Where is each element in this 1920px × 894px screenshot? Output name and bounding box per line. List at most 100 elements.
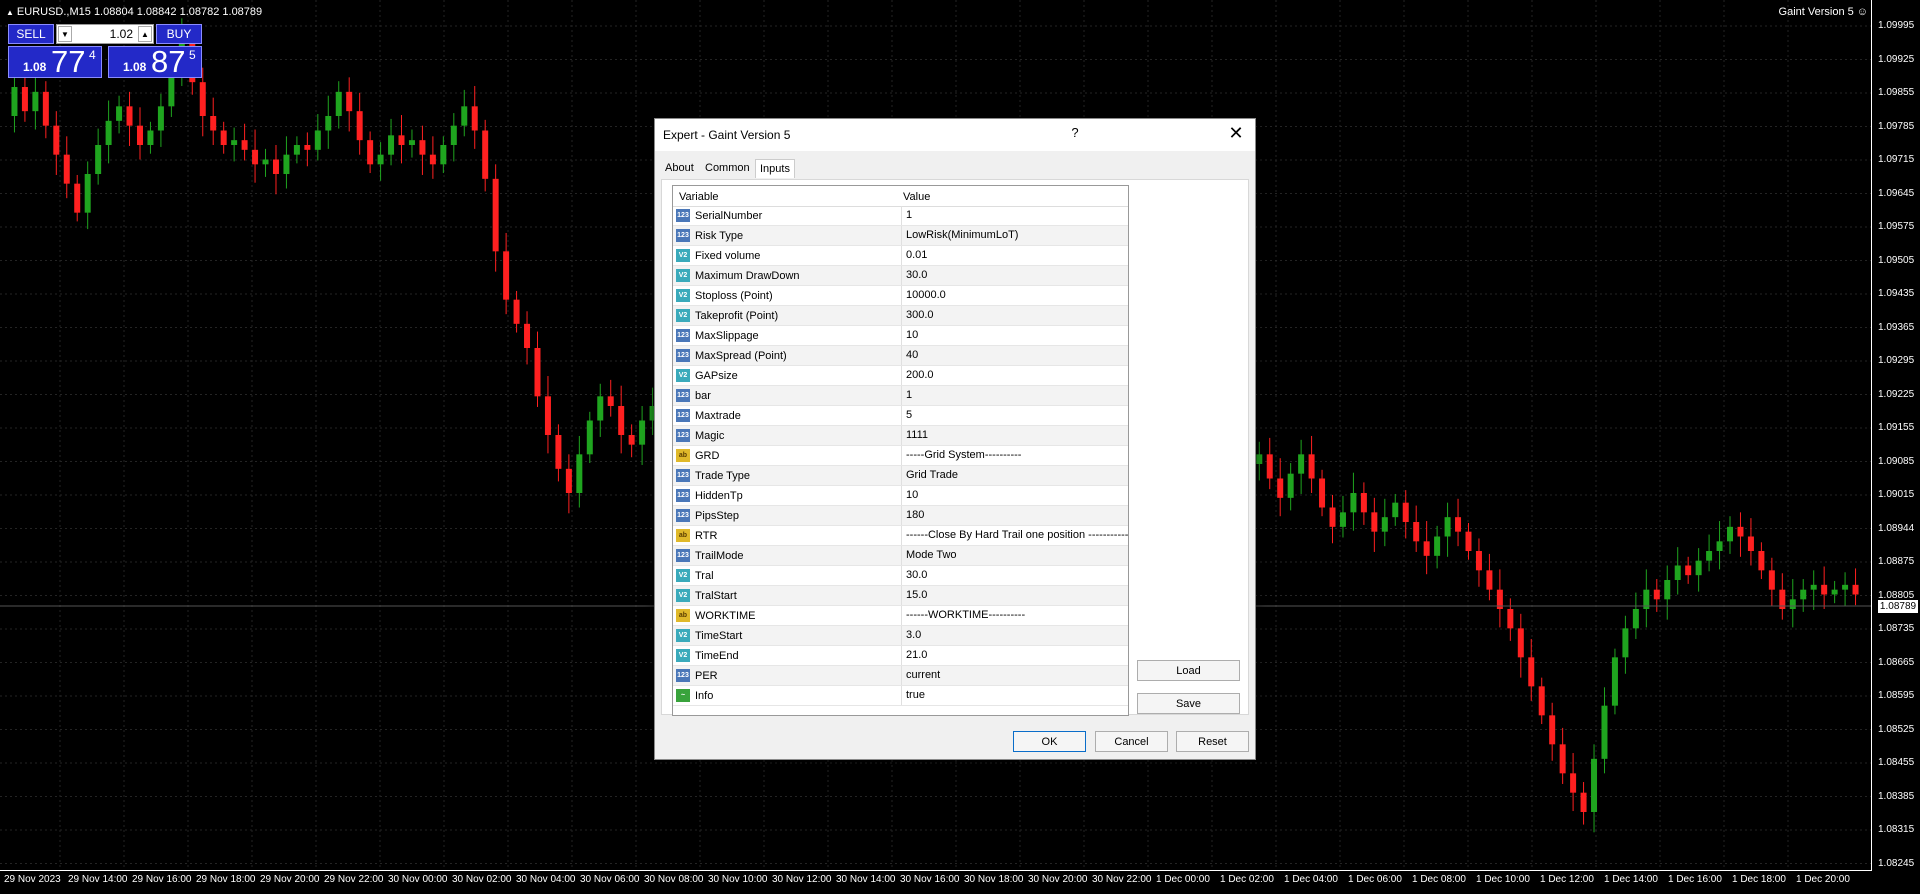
candle-body: [1611, 657, 1618, 706]
param-value[interactable]: 3.0: [901, 626, 1126, 645]
param-row[interactable]: V2 Fixed volume 0.01: [673, 246, 1128, 266]
buy-button[interactable]: BUY: [156, 24, 202, 44]
param-row[interactable]: 123 TrailMode Mode Two: [673, 546, 1128, 566]
close-icon[interactable]: ✕: [1225, 123, 1247, 144]
param-row[interactable]: 123 Trade Type Grid Trade: [673, 466, 1128, 486]
param-row[interactable]: ab WORKTIME ------WORKTIME----------: [673, 606, 1128, 626]
param-row[interactable]: 123 SerialNumber 1: [673, 206, 1128, 226]
param-value[interactable]: 30.0: [901, 566, 1126, 585]
param-value[interactable]: 10: [901, 486, 1126, 505]
param-row[interactable]: V2 Takeprofit (Point) 300.0: [673, 306, 1128, 326]
param-value[interactable]: 30.0: [901, 266, 1126, 285]
param-value[interactable]: -----Grid System----------: [901, 446, 1126, 465]
param-value[interactable]: LowRisk(MinimumLoT): [901, 226, 1126, 245]
time-tick-label: 30 Nov 10:00: [708, 874, 768, 885]
expert-advisor-label[interactable]: Gaint Version 5 ☺: [1776, 6, 1868, 18]
buy-price[interactable]: 1.08 87 5: [108, 44, 202, 79]
param-row[interactable]: V2 Maximum DrawDown 30.0: [673, 266, 1128, 286]
time-tick-label: 30 Nov 02:00: [452, 874, 512, 885]
column-variable[interactable]: Variable: [679, 191, 719, 203]
tab-inputs[interactable]: Inputs: [755, 159, 795, 178]
param-row[interactable]: 123 PER current: [673, 666, 1128, 686]
param-value[interactable]: true: [901, 686, 1126, 705]
candle-body: [398, 135, 405, 145]
param-value[interactable]: 10000.0: [901, 286, 1126, 305]
load-button[interactable]: Load: [1137, 660, 1240, 681]
param-row[interactable]: 123 Risk Type LowRisk(MinimumLoT): [673, 226, 1128, 246]
param-value[interactable]: Mode Two: [901, 546, 1126, 565]
param-row[interactable]: ab RTR ------Close By Hard Trail one posit…: [673, 526, 1128, 546]
candle-body: [1298, 454, 1305, 474]
param-value[interactable]: ------Close By Hard Trail one position -…: [901, 526, 1128, 545]
sell-price[interactable]: 1.08 77 4: [8, 44, 102, 79]
param-row[interactable]: 123 MaxSpread (Point) 40: [673, 346, 1128, 366]
tab-about[interactable]: About: [661, 159, 698, 177]
param-row[interactable]: ~ Info true: [673, 686, 1128, 706]
dbl-type-icon: V2: [676, 629, 690, 642]
candle-body: [1392, 502, 1399, 518]
inputs-grid[interactable]: Variable Value 123 SerialNumber 1 123 Risk T…: [672, 185, 1129, 716]
reset-button[interactable]: Reset: [1176, 731, 1249, 752]
candle-body: [147, 130, 154, 145]
param-value[interactable]: 300.0: [901, 306, 1126, 325]
param-value[interactable]: 21.0: [901, 646, 1126, 665]
price-tick-label: 1.08245: [1878, 857, 1915, 869]
param-row[interactable]: V2 Tral 30.0: [673, 566, 1128, 586]
help-icon[interactable]: ?: [1065, 125, 1085, 140]
param-row[interactable]: 123 Magic 1111: [673, 426, 1128, 446]
time-tick-label: 30 Nov 12:00: [772, 874, 832, 885]
int-type-icon: 123: [676, 469, 690, 482]
time-tick-label: 30 Nov 00:00: [388, 874, 448, 885]
time-tick-label: 30 Nov 06:00: [580, 874, 640, 885]
param-value[interactable]: 1: [901, 206, 1126, 225]
current-price-tag: 1.08789: [1878, 600, 1918, 613]
param-name: SerialNumber: [695, 210, 763, 222]
ok-button[interactable]: OK: [1013, 731, 1086, 752]
param-row[interactable]: 123 MaxSlippage 10: [673, 326, 1128, 346]
candle-body: [42, 91, 49, 126]
param-row[interactable]: 123 Maxtrade 5: [673, 406, 1128, 426]
param-value[interactable]: 5: [901, 406, 1126, 425]
param-row[interactable]: 123 HiddenTp 10: [673, 486, 1128, 506]
cancel-button[interactable]: Cancel: [1095, 731, 1168, 752]
candle-body: [1622, 628, 1629, 658]
param-value[interactable]: 180: [901, 506, 1126, 525]
param-value[interactable]: ------WORKTIME----------: [901, 606, 1126, 625]
time-tick-label: 1 Dec 16:00: [1668, 874, 1722, 885]
candle-body: [231, 140, 238, 145]
tab-common[interactable]: Common: [701, 159, 754, 177]
param-value[interactable]: current: [901, 666, 1126, 685]
lot-value[interactable]: 1.02: [110, 27, 133, 41]
column-value[interactable]: Value: [903, 191, 930, 203]
param-value[interactable]: 15.0: [901, 586, 1126, 605]
param-row[interactable]: 123 bar 1: [673, 386, 1128, 406]
param-value[interactable]: 200.0: [901, 366, 1126, 385]
dialog-titlebar[interactable]: Expert - Gaint Version 5 ? ✕: [655, 119, 1255, 151]
time-tick-label: 1 Dec 12:00: [1540, 874, 1594, 885]
param-value[interactable]: 10: [901, 326, 1126, 345]
param-row[interactable]: V2 TimeEnd 21.0: [673, 646, 1128, 666]
param-value[interactable]: 40: [901, 346, 1126, 365]
one-click-trading-panel: SELL ▼ 1.02 ▲ BUY 1.08 77 4 1.08 87 5: [8, 22, 202, 79]
param-name: bar: [695, 390, 711, 402]
param-row[interactable]: V2 GAPsize 200.0: [673, 366, 1128, 386]
param-value[interactable]: Grid Trade: [901, 466, 1126, 485]
sell-button[interactable]: SELL: [8, 24, 54, 44]
param-value[interactable]: 1: [901, 386, 1126, 405]
price-tick-label: 1.08665: [1878, 656, 1915, 668]
param-row[interactable]: V2 Stoploss (Point) 10000.0: [673, 286, 1128, 306]
param-value[interactable]: 1111: [901, 426, 1126, 445]
time-axis[interactable]: 29 Nov 2023 29 Nov 14:00 29 Nov 16:00 29 No…: [0, 870, 1872, 894]
param-row[interactable]: 123 PipsStep 180: [673, 506, 1128, 526]
param-row[interactable]: V2 TimeStart 3.0: [673, 626, 1128, 646]
price-tick-label: 1.08595: [1878, 690, 1915, 701]
param-row[interactable]: V2 TralStart 15.0: [673, 586, 1128, 606]
price-axis[interactable]: 1.09995 1.09925 1.09855 1.09785 1.09715 1.096…: [1871, 0, 1920, 870]
save-button[interactable]: Save: [1137, 693, 1240, 714]
candle-body: [1360, 493, 1367, 513]
lot-increase-icon[interactable]: ▲: [138, 26, 152, 42]
param-value[interactable]: 0.01: [901, 246, 1126, 265]
param-row[interactable]: ab GRD -----Grid System----------: [673, 446, 1128, 466]
lot-size-input[interactable]: ▼ 1.02 ▲: [56, 24, 154, 44]
lot-decrease-icon[interactable]: ▼: [58, 26, 72, 42]
